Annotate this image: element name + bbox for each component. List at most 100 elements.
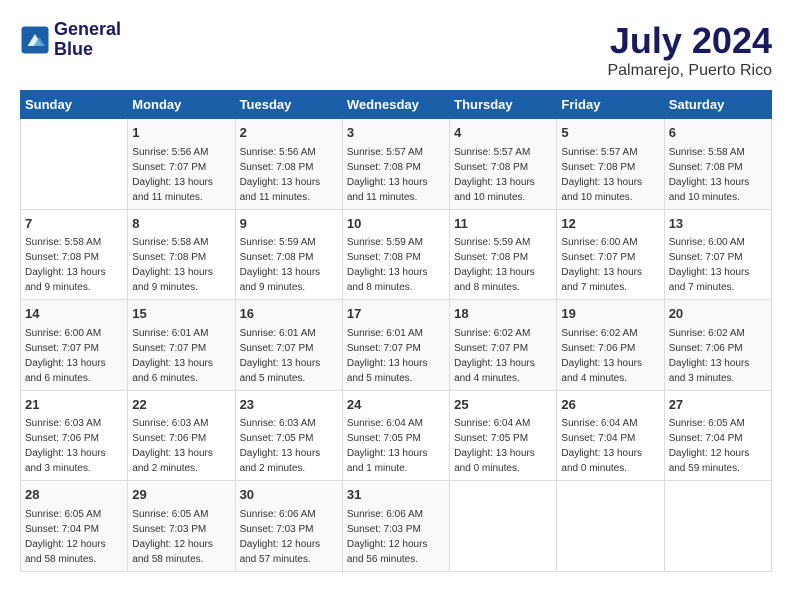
day-number: 6 xyxy=(669,123,767,143)
day-number: 25 xyxy=(454,395,552,415)
day-number: 23 xyxy=(240,395,338,415)
day-number: 20 xyxy=(669,304,767,324)
day-info: Sunrise: 5:59 AMSunset: 7:08 PMDaylight:… xyxy=(347,235,445,295)
header-cell-monday: Monday xyxy=(128,91,235,119)
calendar-cell: 3Sunrise: 5:57 AMSunset: 7:08 PMDaylight… xyxy=(342,119,449,210)
day-info: Sunrise: 5:58 AMSunset: 7:08 PMDaylight:… xyxy=(132,235,230,295)
day-number: 30 xyxy=(240,485,338,505)
day-info: Sunrise: 6:04 AMSunset: 7:05 PMDaylight:… xyxy=(454,416,552,476)
day-number: 7 xyxy=(25,214,123,234)
calendar-cell xyxy=(450,481,557,572)
day-info: Sunrise: 5:57 AMSunset: 7:08 PMDaylight:… xyxy=(561,145,659,205)
calendar-cell: 30Sunrise: 6:06 AMSunset: 7:03 PMDayligh… xyxy=(235,481,342,572)
day-info: Sunrise: 6:02 AMSunset: 7:06 PMDaylight:… xyxy=(669,326,767,386)
day-number: 4 xyxy=(454,123,552,143)
day-number: 8 xyxy=(132,214,230,234)
calendar-cell: 28Sunrise: 6:05 AMSunset: 7:04 PMDayligh… xyxy=(21,481,128,572)
day-number: 16 xyxy=(240,304,338,324)
day-info: Sunrise: 6:02 AMSunset: 7:06 PMDaylight:… xyxy=(561,326,659,386)
day-number: 3 xyxy=(347,123,445,143)
calendar-cell xyxy=(557,481,664,572)
day-info: Sunrise: 6:03 AMSunset: 7:05 PMDaylight:… xyxy=(240,416,338,476)
calendar-cell: 29Sunrise: 6:05 AMSunset: 7:03 PMDayligh… xyxy=(128,481,235,572)
calendar-table: SundayMondayTuesdayWednesdayThursdayFrid… xyxy=(20,90,772,572)
day-number: 22 xyxy=(132,395,230,415)
day-info: Sunrise: 5:58 AMSunset: 7:08 PMDaylight:… xyxy=(25,235,123,295)
day-number: 17 xyxy=(347,304,445,324)
calendar-cell: 31Sunrise: 6:06 AMSunset: 7:03 PMDayligh… xyxy=(342,481,449,572)
calendar-cell xyxy=(664,481,771,572)
day-info: Sunrise: 5:56 AMSunset: 7:07 PMDaylight:… xyxy=(132,145,230,205)
day-info: Sunrise: 5:57 AMSunset: 7:08 PMDaylight:… xyxy=(347,145,445,205)
calendar-cell: 2Sunrise: 5:56 AMSunset: 7:08 PMDaylight… xyxy=(235,119,342,210)
header-cell-thursday: Thursday xyxy=(450,91,557,119)
calendar-cell xyxy=(21,119,128,210)
calendar-cell: 17Sunrise: 6:01 AMSunset: 7:07 PMDayligh… xyxy=(342,300,449,391)
header-cell-friday: Friday xyxy=(557,91,664,119)
header-row: SundayMondayTuesdayWednesdayThursdayFrid… xyxy=(21,91,772,119)
day-info: Sunrise: 6:03 AMSunset: 7:06 PMDaylight:… xyxy=(25,416,123,476)
day-info: Sunrise: 6:01 AMSunset: 7:07 PMDaylight:… xyxy=(132,326,230,386)
calendar-cell: 22Sunrise: 6:03 AMSunset: 7:06 PMDayligh… xyxy=(128,390,235,481)
calendar-cell: 11Sunrise: 5:59 AMSunset: 7:08 PMDayligh… xyxy=(450,209,557,300)
calendar-cell: 24Sunrise: 6:04 AMSunset: 7:05 PMDayligh… xyxy=(342,390,449,481)
day-number: 21 xyxy=(25,395,123,415)
day-number: 10 xyxy=(347,214,445,234)
calendar-cell: 10Sunrise: 5:59 AMSunset: 7:08 PMDayligh… xyxy=(342,209,449,300)
week-row-5: 28Sunrise: 6:05 AMSunset: 7:04 PMDayligh… xyxy=(21,481,772,572)
logo-icon xyxy=(20,25,50,55)
header-cell-tuesday: Tuesday xyxy=(235,91,342,119)
logo: General Blue xyxy=(20,20,121,60)
day-info: Sunrise: 6:05 AMSunset: 7:03 PMDaylight:… xyxy=(132,507,230,567)
day-number: 2 xyxy=(240,123,338,143)
calendar-cell: 9Sunrise: 5:59 AMSunset: 7:08 PMDaylight… xyxy=(235,209,342,300)
day-info: Sunrise: 6:06 AMSunset: 7:03 PMDaylight:… xyxy=(347,507,445,567)
calendar-cell: 20Sunrise: 6:02 AMSunset: 7:06 PMDayligh… xyxy=(664,300,771,391)
day-number: 9 xyxy=(240,214,338,234)
day-number: 28 xyxy=(25,485,123,505)
day-number: 19 xyxy=(561,304,659,324)
calendar-cell: 23Sunrise: 6:03 AMSunset: 7:05 PMDayligh… xyxy=(235,390,342,481)
header-cell-wednesday: Wednesday xyxy=(342,91,449,119)
day-info: Sunrise: 6:05 AMSunset: 7:04 PMDaylight:… xyxy=(25,507,123,567)
day-number: 5 xyxy=(561,123,659,143)
day-info: Sunrise: 6:06 AMSunset: 7:03 PMDaylight:… xyxy=(240,507,338,567)
calendar-cell: 4Sunrise: 5:57 AMSunset: 7:08 PMDaylight… xyxy=(450,119,557,210)
calendar-cell: 7Sunrise: 5:58 AMSunset: 7:08 PMDaylight… xyxy=(21,209,128,300)
day-info: Sunrise: 6:01 AMSunset: 7:07 PMDaylight:… xyxy=(240,326,338,386)
day-info: Sunrise: 6:00 AMSunset: 7:07 PMDaylight:… xyxy=(669,235,767,295)
title-block: July 2024 Palmarejo, Puerto Rico xyxy=(607,20,772,80)
week-row-3: 14Sunrise: 6:00 AMSunset: 7:07 PMDayligh… xyxy=(21,300,772,391)
header-cell-saturday: Saturday xyxy=(664,91,771,119)
day-info: Sunrise: 6:05 AMSunset: 7:04 PMDaylight:… xyxy=(669,416,767,476)
day-info: Sunrise: 6:03 AMSunset: 7:06 PMDaylight:… xyxy=(132,416,230,476)
calendar-cell: 18Sunrise: 6:02 AMSunset: 7:07 PMDayligh… xyxy=(450,300,557,391)
day-info: Sunrise: 6:04 AMSunset: 7:04 PMDaylight:… xyxy=(561,416,659,476)
week-row-2: 7Sunrise: 5:58 AMSunset: 7:08 PMDaylight… xyxy=(21,209,772,300)
day-number: 18 xyxy=(454,304,552,324)
calendar-cell: 16Sunrise: 6:01 AMSunset: 7:07 PMDayligh… xyxy=(235,300,342,391)
day-number: 15 xyxy=(132,304,230,324)
calendar-cell: 6Sunrise: 5:58 AMSunset: 7:08 PMDaylight… xyxy=(664,119,771,210)
day-number: 13 xyxy=(669,214,767,234)
calendar-cell: 8Sunrise: 5:58 AMSunset: 7:08 PMDaylight… xyxy=(128,209,235,300)
calendar-cell: 27Sunrise: 6:05 AMSunset: 7:04 PMDayligh… xyxy=(664,390,771,481)
day-number: 26 xyxy=(561,395,659,415)
day-info: Sunrise: 6:01 AMSunset: 7:07 PMDaylight:… xyxy=(347,326,445,386)
day-number: 27 xyxy=(669,395,767,415)
day-info: Sunrise: 5:56 AMSunset: 7:08 PMDaylight:… xyxy=(240,145,338,205)
calendar-cell: 14Sunrise: 6:00 AMSunset: 7:07 PMDayligh… xyxy=(21,300,128,391)
day-info: Sunrise: 6:04 AMSunset: 7:05 PMDaylight:… xyxy=(347,416,445,476)
header-cell-sunday: Sunday xyxy=(21,91,128,119)
main-title: July 2024 xyxy=(607,20,772,62)
day-number: 29 xyxy=(132,485,230,505)
week-row-4: 21Sunrise: 6:03 AMSunset: 7:06 PMDayligh… xyxy=(21,390,772,481)
day-info: Sunrise: 5:57 AMSunset: 7:08 PMDaylight:… xyxy=(454,145,552,205)
subtitle: Palmarejo, Puerto Rico xyxy=(607,62,772,80)
day-number: 1 xyxy=(132,123,230,143)
page-header: General Blue July 2024 Palmarejo, Puerto… xyxy=(20,20,772,80)
calendar-cell: 19Sunrise: 6:02 AMSunset: 7:06 PMDayligh… xyxy=(557,300,664,391)
calendar-cell: 12Sunrise: 6:00 AMSunset: 7:07 PMDayligh… xyxy=(557,209,664,300)
day-info: Sunrise: 6:02 AMSunset: 7:07 PMDaylight:… xyxy=(454,326,552,386)
day-number: 11 xyxy=(454,214,552,234)
